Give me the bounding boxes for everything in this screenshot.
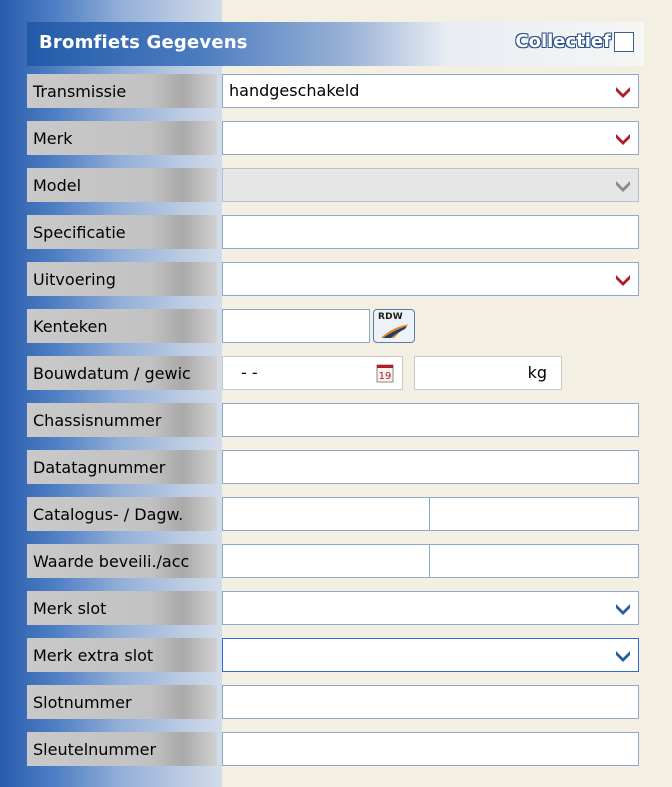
field-label: Waarde beveili./acc	[27, 544, 217, 578]
field-label: Model	[27, 168, 217, 202]
catalogus-dagw-input-right[interactable]	[429, 497, 639, 531]
form-row-slotnummer: Slotnummer	[27, 685, 639, 719]
form-row-specificatie: Specificatie	[27, 215, 639, 249]
rdw-lookup-button[interactable]: RDW	[373, 309, 415, 343]
catalogus-dagw-input-left[interactable]	[222, 497, 430, 531]
field-label: Slotnummer	[27, 685, 217, 719]
field-label: Chassisnummer	[27, 403, 217, 437]
field-label-text: Merk	[33, 129, 73, 148]
field-label: Kenteken	[27, 309, 217, 343]
form-row-transmissie: Transmissie handgeschakeld	[27, 74, 639, 108]
chevron-down-icon[interactable]	[614, 84, 632, 100]
form-row-sleutelnummer: Sleutelnummer	[27, 732, 639, 766]
form-row-merk-slot: Merk slot	[27, 591, 639, 625]
field-label: Bouwdatum / gewic	[27, 356, 217, 390]
field-label-text: Uitvoering	[33, 270, 116, 289]
field-label: Catalogus- / Dagw.	[27, 497, 217, 531]
field-label-text: Bouwdatum / gewic	[33, 364, 191, 383]
field-label-text: Chassisnummer	[33, 411, 162, 430]
field-label: Merk extra slot	[27, 638, 217, 672]
merk-slot-select[interactable]	[222, 591, 639, 625]
form-row-bouwdatum-gewic: Bouwdatum / gewic - - 19 kg	[27, 356, 639, 390]
field-label-text: Model	[33, 176, 82, 195]
transmissie-select[interactable]: handgeschakeld	[222, 74, 639, 108]
calendar-icon[interactable]: 19	[376, 363, 394, 383]
form-row-catalogus-dagw: Catalogus- / Dagw.	[27, 497, 639, 531]
field-label-text: Catalogus- / Dagw.	[33, 505, 184, 524]
uitvoering-select[interactable]	[222, 262, 639, 296]
sleutelnummer-input[interactable]	[222, 732, 639, 766]
datatagnummer-input[interactable]	[222, 450, 639, 484]
form-row-merk: Merk	[27, 121, 639, 155]
field-label-text: Kenteken	[33, 317, 108, 336]
field-label-text: Transmissie	[33, 82, 127, 101]
field-label: Specificatie	[27, 215, 217, 249]
model-select	[222, 168, 639, 202]
rdw-button-label: RDW	[378, 312, 403, 322]
select-value: handgeschakeld	[229, 81, 360, 100]
kenteken-input[interactable]	[222, 309, 370, 343]
field-label-text: Sleutelnummer	[33, 740, 157, 759]
calendar-day-label: 19	[379, 371, 392, 382]
chevron-down-icon[interactable]	[614, 178, 632, 194]
rdw-swoosh-icon	[381, 324, 409, 338]
field-label-text: Datatagnummer	[33, 458, 166, 477]
collectief-checkbox[interactable]	[614, 31, 634, 52]
form-row-chassisnummer: Chassisnummer	[27, 403, 639, 437]
field-label: Uitvoering	[27, 262, 217, 296]
field-label-text: Waarde beveili./acc	[33, 552, 190, 571]
field-label-text: Specificatie	[33, 223, 126, 242]
chassisnummer-input[interactable]	[222, 403, 639, 437]
form-row-merk-extra-slot: Merk extra slot	[27, 638, 639, 672]
form-row-datatagnummer: Datatagnummer	[27, 450, 639, 484]
collectief-toggle[interactable]: Collectief	[515, 31, 634, 52]
merk-select[interactable]	[222, 121, 639, 155]
chevron-down-icon[interactable]	[614, 272, 632, 288]
date-value: - -	[241, 363, 258, 382]
bouwdatum-input[interactable]: - - 19	[222, 356, 403, 390]
field-label: Sleutelnummer	[27, 732, 217, 766]
field-label: Merk slot	[27, 591, 217, 625]
merk-extra-slot-select[interactable]	[222, 638, 639, 672]
chevron-down-icon[interactable]	[614, 131, 632, 147]
collectief-label: Collectief	[515, 31, 611, 52]
field-label: Transmissie	[27, 74, 217, 108]
field-label-text: Merk extra slot	[33, 646, 154, 665]
chevron-down-icon[interactable]	[614, 601, 632, 617]
form-row-kenteken: Kenteken RDW	[27, 309, 639, 343]
slotnummer-input[interactable]	[222, 685, 639, 719]
field-label: Datatagnummer	[27, 450, 217, 484]
waarde-beveili-acc-input-right[interactable]	[429, 544, 639, 578]
waarde-beveili-acc-input-left[interactable]	[222, 544, 430, 578]
bromfiets-panel: Bromfiets Gegevens Collectief Transmissi…	[0, 0, 672, 787]
gewicht-input[interactable]: kg	[414, 356, 562, 390]
field-label-text: Merk slot	[33, 599, 107, 618]
form-row-model: Model	[27, 168, 639, 202]
weight-unit: kg	[527, 363, 547, 382]
chevron-down-icon[interactable]	[614, 648, 632, 664]
form-row-waarde-beveili-acc: Waarde beveili./acc	[27, 544, 639, 578]
form-row-uitvoering: Uitvoering	[27, 262, 639, 296]
field-label-text: Slotnummer	[33, 693, 132, 712]
panel-header: Bromfiets Gegevens Collectief	[27, 22, 644, 66]
field-label: Merk	[27, 121, 217, 155]
specificatie-input[interactable]	[222, 215, 639, 249]
panel-title: Bromfiets Gegevens	[39, 32, 248, 53]
